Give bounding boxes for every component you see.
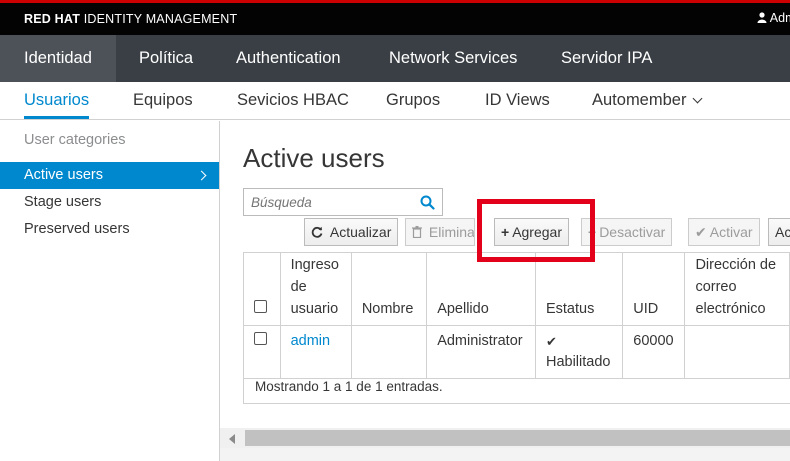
users-table: Ingreso de usuario Nombre Apellido Estat… [243,252,790,379]
sidebar: User categories Active users Stage users… [0,121,220,461]
row-select-cell [243,325,281,379]
bottom-strip [220,448,790,461]
user-menu[interactable]: Adm [757,11,790,25]
search-icon[interactable] [420,195,435,210]
column-header-email[interactable]: Dirección de correo electrónico [684,252,790,326]
login-cell: admin [279,325,352,379]
search-box [243,188,443,216]
main-content: Active users Actualizar Eliminar +Agrega… [220,121,790,461]
uid-cell: 60000 [622,325,686,379]
check-icon: ✔ [695,224,707,240]
sub-nav-servicios-hbac[interactable]: Sevicios HBAC [237,82,349,119]
disable-button-label: Desactivar [599,224,666,240]
email-cell [684,325,790,379]
refresh-icon [311,224,327,240]
select-all-checkbox[interactable] [254,300,267,313]
sidebar-item-preserved-users[interactable]: Preserved users [0,216,219,243]
main-nav-politica[interactable]: Política [139,35,193,82]
column-header-first-name[interactable]: Nombre [350,252,428,326]
row-checkbox[interactable] [254,332,267,345]
sub-nav: Usuarios Equipos Sevicios HBAC Grupos ID… [0,82,790,120]
main-nav-network-services[interactable]: Network Services [389,35,517,82]
main-nav-servidor-ipa[interactable]: Servidor IPA [561,35,652,82]
user-icon [757,11,770,25]
main-nav: Identidad Política Authentication Networ… [0,35,790,82]
table-header-row: Ingreso de usuario Nombre Apellido Estat… [243,252,790,326]
sub-nav-usuarios[interactable]: Usuarios [24,82,90,119]
search-input[interactable] [244,189,414,215]
select-all-header [243,252,281,326]
trash-icon [412,224,426,240]
sidebar-heading: User categories [24,132,126,148]
brand-logo-bold: RED HAT [24,12,81,26]
chevron-right-icon [196,170,207,181]
status-cell: ✔ Habilitado [534,325,624,379]
sidebar-item-label: Active users [24,167,103,183]
status-text: Habilitado [545,354,611,370]
scroll-left-icon[interactable] [229,434,235,444]
first-name-cell [350,325,428,379]
sub-nav-id-views[interactable]: ID Views [485,82,550,119]
column-header-login[interactable]: Ingreso de usuario [279,252,352,326]
page-title: Active users [243,143,385,173]
sub-nav-automember[interactable]: Automember [592,82,703,119]
enable-button[interactable]: ✔ Activar [688,218,760,246]
chevron-down-icon [693,93,703,104]
main-nav-authentication[interactable]: Authentication [236,35,341,82]
column-header-status[interactable]: Estatus [534,252,624,326]
table-footer: Mostrando 1 a 1 de 1 entradas. [243,373,790,404]
user-login-link[interactable]: admin [291,333,331,349]
brand-logo: RED HAT IDENTITY MANAGEMENT [24,12,237,26]
user-menu-label: Adm [769,11,790,25]
brand-logo-text: IDENTITY MANAGEMENT [80,12,238,26]
sub-nav-automember-label: Automember [592,91,687,109]
refresh-button[interactable]: Actualizar [304,218,399,246]
sub-nav-equipos[interactable]: Equipos [133,82,193,119]
highlight-box [477,199,595,262]
sidebar-item-active-users[interactable]: Active users [0,162,219,189]
main-nav-identidad[interactable]: Identidad [0,35,116,82]
scrollbar-thumb[interactable] [245,430,790,446]
horizontal-scrollbar[interactable] [220,428,790,448]
enable-button-label: Activar [709,224,753,240]
delete-button-label: Eliminar [428,224,475,240]
column-header-last-name[interactable]: Apellido [426,252,536,326]
column-header-uid[interactable]: UID [622,252,686,326]
check-icon: ✔ [545,334,557,349]
table-row: admin Administrator ✔ Habilitado 60000 [243,325,790,379]
delete-button[interactable]: Eliminar [405,218,475,246]
sub-nav-grupos[interactable]: Grupos [386,82,440,119]
last-name-cell: Administrator [426,325,536,379]
refresh-button-label: Actualizar [329,224,392,240]
brand-bar: RED HAT IDENTITY MANAGEMENT Adm [0,3,790,35]
sidebar-item-stage-users[interactable]: Stage users [0,189,219,216]
actions-button[interactable]: Ac [768,218,790,246]
